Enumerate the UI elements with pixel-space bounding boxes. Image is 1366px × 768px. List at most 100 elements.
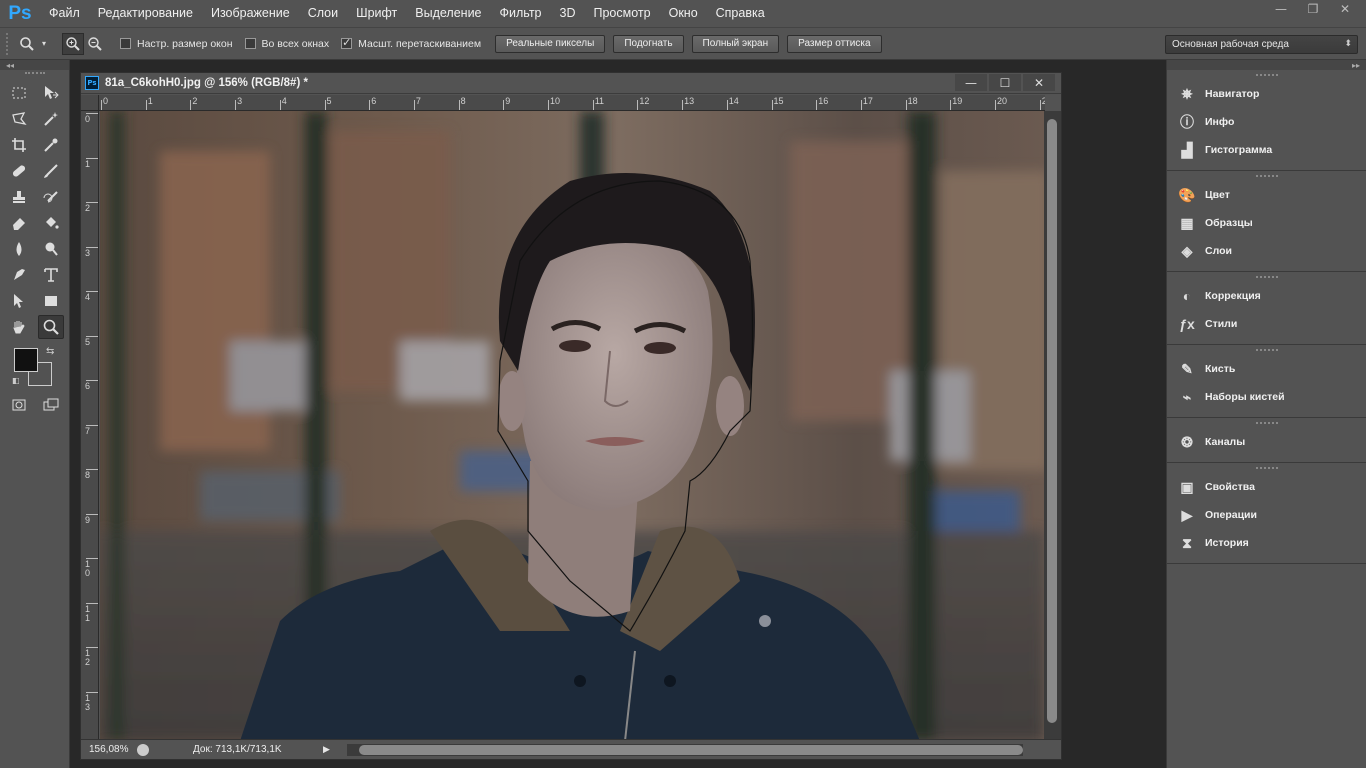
all-windows-box[interactable] [244, 38, 256, 49]
ruler-h-label: 16 [818, 96, 829, 106]
panel-item[interactable]: ❂ Каналы [1167, 428, 1366, 456]
paint-bucket-icon[interactable] [38, 211, 64, 235]
zoom-tool-preset-icon[interactable] [16, 33, 38, 55]
menu-type[interactable]: Шрифт [347, 0, 406, 27]
zoom-tool-icon[interactable] [37, 315, 64, 339]
ruler-h-tick [279, 100, 281, 110]
crop-tool-icon[interactable] [6, 133, 32, 157]
print-size-button[interactable]: Размер оттиска [787, 34, 882, 53]
panel-item-label: Гистограмма [1205, 144, 1273, 156]
adjustments-icon: ◐ [1182, 288, 1192, 304]
magic-wand-icon[interactable] [38, 107, 64, 131]
type-tool-icon[interactable] [38, 263, 64, 287]
ruler-v-label: 1 3 [85, 692, 91, 712]
ruler-v-label: 1 [85, 158, 91, 169]
status-bar: 156,08% Док: 713,1K/713,1K ▶ [81, 739, 1061, 759]
history-brush-icon[interactable] [38, 185, 64, 209]
zoom-out-icon[interactable] [84, 33, 106, 55]
swap-colors-icon[interactable]: ⇆ [46, 346, 54, 357]
panel-item[interactable]: ✎ Кисть [1167, 355, 1366, 383]
foreground-color[interactable] [14, 348, 38, 372]
dodge-tool-icon[interactable] [38, 237, 64, 261]
document-titlebar[interactable]: Ps 81a_C6kohH0.jpg @ 156% (RGB/8#) * — ☐… [81, 73, 1061, 94]
panel-collapse-icon[interactable]: ▸▸ [1167, 60, 1366, 70]
restore-icon[interactable]: ❐ [1298, 0, 1328, 18]
options-grip[interactable] [6, 32, 16, 55]
menu-file[interactable]: Файл [40, 0, 89, 27]
vertical-scroll-thumb[interactable] [1047, 119, 1057, 723]
horizontal-ruler[interactable]: 0123456789101112131415161718192021 [99, 95, 1045, 111]
hand-tool-icon[interactable] [6, 315, 32, 339]
fill-screen-button[interactable]: Полный экран [691, 34, 780, 53]
doc-close-icon[interactable]: ✕ [1023, 74, 1055, 91]
scrubby-zoom-box[interactable] [341, 36, 353, 49]
ruler-h-tick [324, 100, 326, 110]
brush-tool-icon[interactable] [38, 159, 64, 183]
tools-collapse-icon[interactable]: ◂◂ [0, 60, 69, 70]
resize-windows-checkbox[interactable]: Настр. размер окон [120, 38, 233, 50]
path-selection-icon[interactable] [6, 289, 32, 313]
horizontal-scroll-thumb[interactable] [359, 745, 1023, 755]
panel-item[interactable]: ▶ Операции [1167, 501, 1366, 529]
close-icon[interactable]: ✕ [1330, 0, 1360, 18]
eraser-tool-icon[interactable] [6, 211, 32, 235]
move-tool-icon[interactable] [38, 81, 64, 105]
lasso-tool-icon[interactable] [6, 107, 32, 131]
actual-pixels-button[interactable]: Реальные пикселы [495, 34, 606, 53]
menu-filter[interactable]: Фильтр [491, 0, 551, 27]
marquee-tool-icon[interactable] [6, 81, 32, 105]
resize-windows-box[interactable] [120, 38, 131, 49]
menu-window[interactable]: Окно [660, 0, 707, 27]
quick-mask-icon[interactable] [6, 393, 32, 417]
pen-tool-icon[interactable] [6, 263, 32, 287]
ruler-v-label: 9 [85, 514, 91, 525]
panel-item[interactable]: 🎨 Цвет [1167, 181, 1366, 209]
menu-3d[interactable]: 3D [551, 0, 585, 27]
zoom-in-icon[interactable] [62, 32, 84, 55]
clone-stamp-icon[interactable] [6, 185, 32, 209]
panel-item[interactable]: ✵ Навигатор [1167, 80, 1366, 108]
healing-brush-icon[interactable] [6, 159, 32, 183]
rectangle-tool-icon[interactable] [38, 289, 64, 313]
panel-item[interactable]: ⌁ Наборы кистей [1167, 383, 1366, 411]
vertical-ruler[interactable]: 0 1 2 3 4 5 6 7 8 9 1 0 1 1 1 2 1 3 [81, 111, 99, 741]
menu-select[interactable]: Выделение [406, 0, 490, 27]
menu-image[interactable]: Изображение [202, 0, 299, 27]
tools-grip[interactable] [25, 72, 45, 80]
doc-maximize-icon[interactable]: ☐ [989, 74, 1021, 91]
image-canvas[interactable] [100, 111, 1044, 741]
vertical-scrollbar[interactable] [1044, 111, 1061, 741]
menu-edit[interactable]: Редактирование [89, 0, 202, 27]
panel-item[interactable]: ⧗ История [1167, 529, 1366, 557]
document-window: Ps 81a_C6kohH0.jpg @ 156% (RGB/8#) * — ☐… [80, 72, 1062, 760]
blur-tool-icon[interactable] [6, 237, 32, 261]
scrubby-zoom-checkbox[interactable]: Масшт. перетаскиванием [341, 36, 481, 50]
status-info-icon[interactable] [137, 743, 149, 756]
zoom-level[interactable]: 156,08% [89, 744, 133, 755]
horizontal-scrollbar[interactable] [347, 744, 1023, 756]
fit-screen-button[interactable]: Подогнать [613, 34, 684, 53]
all-windows-checkbox[interactable]: Во всех окнах [244, 38, 329, 50]
panel-item-label: История [1205, 537, 1249, 549]
status-menu-arrow-icon[interactable]: ▶ [323, 744, 330, 755]
panel-group: ❂ Каналы [1167, 418, 1366, 463]
default-colors-icon[interactable]: ◧ [12, 376, 20, 385]
ruler-v-tick [86, 469, 98, 470]
menu-help[interactable]: Справка [707, 0, 774, 27]
minimize-icon[interactable]: — [1266, 0, 1296, 18]
panel-item[interactable]: ▦ Образцы [1167, 209, 1366, 237]
menu-view[interactable]: Просмотр [585, 0, 660, 27]
panel-item[interactable]: ▟ Гистограмма [1167, 136, 1366, 164]
panel-item[interactable]: ƒx Стили [1167, 310, 1366, 338]
preset-dropdown-icon[interactable]: ▾ [38, 33, 50, 55]
ruler-origin[interactable] [81, 95, 99, 111]
panel-item[interactable]: ▣ Свойства [1167, 473, 1366, 501]
screen-mode-icon[interactable] [38, 393, 64, 417]
workspace-select[interactable]: Основная рабочая среда ⬍ [1165, 35, 1358, 54]
panel-item[interactable]: ◈ Слои [1167, 237, 1366, 265]
panel-item[interactable]: ⓘ Инфо [1167, 108, 1366, 136]
menu-layer[interactable]: Слои [299, 0, 347, 27]
doc-minimize-icon[interactable]: — [955, 74, 987, 91]
panel-item[interactable]: ◐ Коррекция [1167, 282, 1366, 310]
eyedropper-icon[interactable] [38, 133, 64, 157]
